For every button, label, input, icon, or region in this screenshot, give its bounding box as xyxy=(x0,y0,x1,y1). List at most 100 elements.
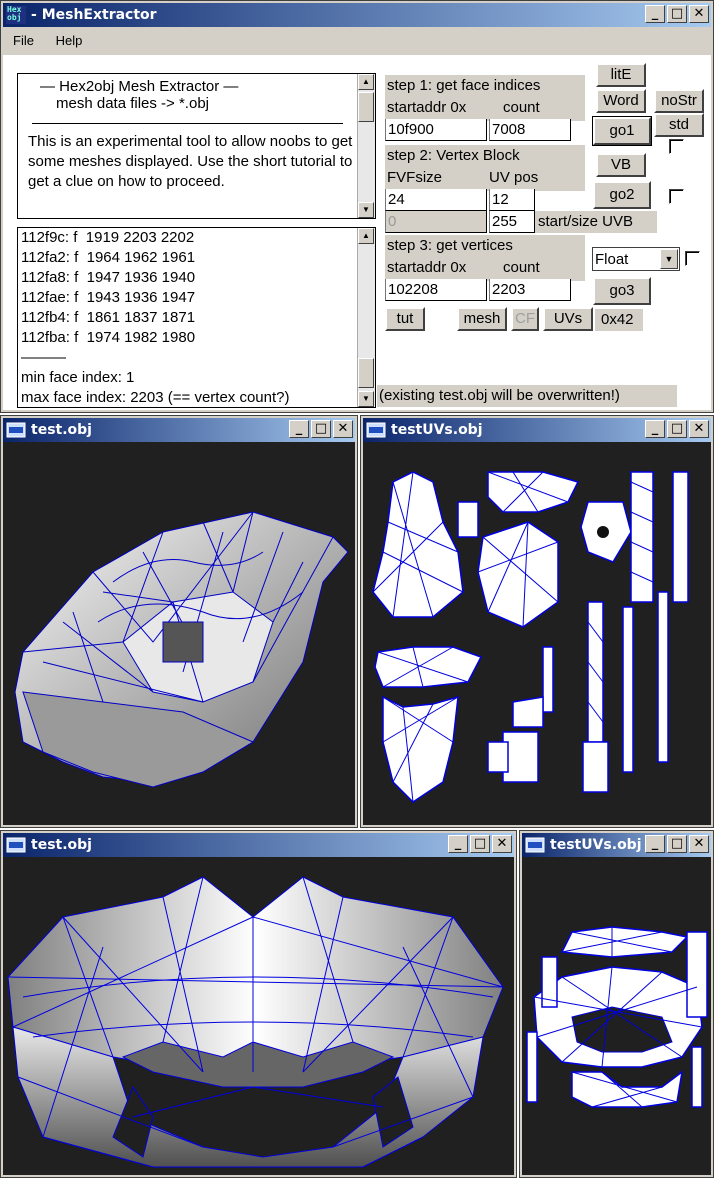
window-title: test.obj xyxy=(31,422,92,438)
close-button[interactable]: ✕ xyxy=(689,420,709,438)
uvb-label: start/size UVB xyxy=(538,213,634,230)
main-titlebar[interactable]: Hex obj - MeshExtractor _ □ ✕ xyxy=(3,3,711,27)
nostr-button[interactable]: noStr xyxy=(654,89,704,113)
window-title: MeshExtractor xyxy=(41,7,157,23)
mesh-view-3d[interactable] xyxy=(3,442,355,825)
log-line: 112fae: f 1943 1936 1947 xyxy=(21,289,196,306)
go3-button[interactable]: go3 xyxy=(593,277,651,305)
step2-checkbox[interactable] xyxy=(669,189,684,204)
step2-title: step 2: Vertex Block xyxy=(387,147,520,164)
close-button[interactable]: ✕ xyxy=(333,420,353,438)
log-panel[interactable]: 112f9c: f 1919 2203 2202 112fa2: f 1964 … xyxy=(17,227,376,408)
hex-value-bg: 0x42 xyxy=(595,309,643,331)
step1-addr-field[interactable]: 10f900 xyxy=(385,119,487,141)
test-obj-titlebar-2[interactable]: test.obj _ □ ✕ xyxy=(3,833,514,857)
step1-count-label: count xyxy=(503,99,540,116)
uvb-size-field[interactable]: 255 xyxy=(489,211,535,233)
window-icon xyxy=(6,422,26,438)
vb-button[interactable]: VB xyxy=(596,153,646,177)
minimize-button[interactable]: _ xyxy=(448,835,468,853)
maximize-button[interactable]: □ xyxy=(667,420,687,438)
test-uvs-titlebar[interactable]: testUVs.obj _ □ ✕ xyxy=(363,418,711,442)
log-line: 112fa8: f 1947 1936 1940 xyxy=(21,269,196,286)
tut-button[interactable]: tut xyxy=(385,307,425,331)
fvf-size-field[interactable]: 24 xyxy=(385,189,487,211)
minimize-button[interactable]: _ xyxy=(645,420,665,438)
go2-button[interactable]: go2 xyxy=(593,181,651,209)
minimize-button[interactable]: _ xyxy=(645,5,665,23)
window-title: testUVs.obj xyxy=(550,837,642,853)
menu-file[interactable]: File xyxy=(13,33,34,48)
log-scrollbar[interactable]: ▲ ▼ xyxy=(357,228,375,407)
test-uvs-window-2: testUVs.obj _ □ ✕ xyxy=(519,830,714,1178)
step1-count-field[interactable]: 7008 xyxy=(489,119,571,141)
maximize-button[interactable]: □ xyxy=(311,420,331,438)
close-button[interactable]: ✕ xyxy=(689,5,709,23)
hex-value: 0x42 xyxy=(601,311,634,328)
step3-title: step 3: get vertices xyxy=(387,237,513,254)
go1-button[interactable]: go1 xyxy=(592,116,652,146)
scroll-up-icon[interactable]: ▲ xyxy=(358,74,374,90)
scroll-up-icon[interactable]: ▲ xyxy=(358,228,374,244)
test-uvs-window: testUVs.obj _ □ ✕ xyxy=(360,415,714,828)
info-scrollbar[interactable]: ▲ ▼ xyxy=(357,74,375,218)
uv-pos-field[interactable]: 12 xyxy=(489,189,535,211)
uv-layout-render xyxy=(372,471,689,803)
uvs-button[interactable]: UVs xyxy=(543,307,593,331)
step3-addr-field[interactable]: 102208 xyxy=(385,279,487,301)
step3-count-field[interactable]: 2203 xyxy=(489,279,571,301)
scroll-down-icon[interactable]: ▼ xyxy=(358,391,374,407)
uvb-start-field: 0 xyxy=(385,211,487,233)
chevron-down-icon[interactable]: ▼ xyxy=(660,249,678,269)
maximize-button[interactable]: □ xyxy=(667,835,687,853)
scroll-thumb[interactable] xyxy=(358,92,374,122)
test-uvs-titlebar-2[interactable]: testUVs.obj _ □ ✕ xyxy=(522,833,711,857)
main-client: — Hex2obj Mesh Extractor — mesh data fil… xyxy=(3,55,711,410)
window-title: testUVs.obj xyxy=(391,422,483,438)
maximize-button[interactable]: □ xyxy=(470,835,490,853)
scroll-down-icon[interactable]: ▼ xyxy=(358,202,374,218)
lite-button[interactable]: litE xyxy=(596,63,646,87)
log-max-index: max face index: 2203 (== vertex count?) xyxy=(21,389,290,406)
part-mesh-render xyxy=(7,876,504,1168)
mesh-button[interactable]: mesh xyxy=(457,307,507,331)
word-button[interactable]: Word xyxy=(596,89,646,113)
info-text-panel[interactable]: — Hex2obj Mesh Extractor — mesh data fil… xyxy=(17,73,376,219)
step2-fvf-label: FVFsize xyxy=(387,169,443,186)
log-separator: ——— xyxy=(21,349,66,366)
step2-uv-label: UV pos xyxy=(489,169,539,186)
overwrite-warning: (existing test.obj will be overwritten!) xyxy=(379,387,620,404)
car-mesh-render xyxy=(14,511,349,788)
step3-checkbox[interactable] xyxy=(685,251,700,266)
mesh-view-3d-2[interactable] xyxy=(3,857,514,1175)
uv-layout-render-2 xyxy=(526,926,708,1108)
float-select[interactable]: Float ▼ xyxy=(592,247,680,271)
warning-bg: (existing test.obj will be overwritten!) xyxy=(377,385,677,407)
window-icon xyxy=(6,837,26,853)
minimize-button[interactable]: _ xyxy=(289,420,309,438)
scroll-thumb[interactable] xyxy=(358,358,374,388)
uv-view[interactable] xyxy=(363,442,711,825)
std-button[interactable]: std xyxy=(654,113,704,137)
step3-count-label: count xyxy=(503,259,540,276)
info-divider xyxy=(32,123,343,124)
maximize-button[interactable]: □ xyxy=(667,5,687,23)
step3-group: step 3: get vertices startaddr 0x count xyxy=(385,235,585,281)
log-line: 112fb4: f 1861 1837 1871 xyxy=(21,309,196,326)
log-min-index: min face index: 1 xyxy=(21,369,135,386)
close-button[interactable]: ✕ xyxy=(689,835,709,853)
hex-obj-app-icon: Hex obj xyxy=(6,6,26,24)
log-line: 112fba: f 1974 1982 1980 xyxy=(21,329,196,346)
cf-button: CF xyxy=(511,307,539,331)
close-button[interactable]: ✕ xyxy=(492,835,512,853)
uv-view-2[interactable] xyxy=(522,857,711,1175)
menu-help[interactable]: Help xyxy=(56,33,83,48)
step1-addr-label: startaddr 0x xyxy=(387,99,467,116)
menu-bar: File Help xyxy=(3,29,711,53)
step1-title: step 1: get face indices xyxy=(387,77,541,94)
minimize-button[interactable]: _ xyxy=(645,835,665,853)
step2-group: step 2: Vertex Block FVFsize UV pos xyxy=(385,145,585,191)
step1-checkbox[interactable] xyxy=(669,139,684,154)
test-obj-titlebar[interactable]: test.obj _ □ ✕ xyxy=(3,418,355,442)
main-window: Hex obj - MeshExtractor _ □ ✕ File Help —… xyxy=(0,0,714,413)
